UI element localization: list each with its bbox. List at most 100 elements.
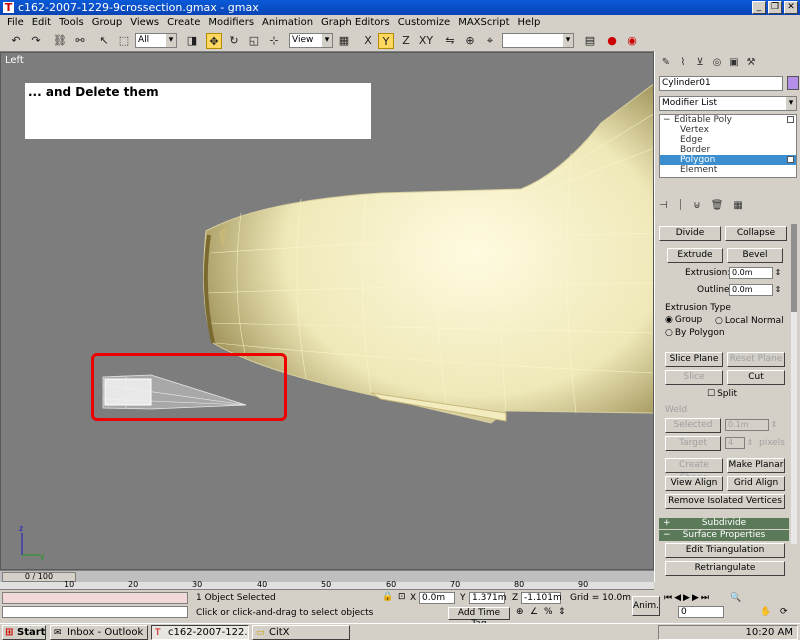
angle-snap-icon[interactable]: ∠ (530, 607, 538, 618)
pan-icon[interactable]: ✋ (760, 607, 771, 618)
axis-y-icon[interactable]: Y (378, 33, 394, 49)
unlink-icon[interactable]: ⚯ (72, 33, 88, 49)
animate-button[interactable]: Anim. (632, 596, 660, 616)
y-coordinate-field[interactable]: 1.371m (469, 592, 507, 604)
link-icon[interactable]: ⛓ (52, 33, 68, 49)
render-icon[interactable]: ● (604, 33, 620, 49)
z-coordinate-field[interactable]: -1.101m (521, 592, 562, 604)
mirror-icon[interactable]: ⇋ (442, 33, 458, 49)
material-editor-icon[interactable]: ▤ (582, 33, 598, 49)
spinner-snap-icon[interactable]: ⇕ (558, 607, 566, 618)
subdivide-rollout[interactable]: + Subdivide (659, 518, 789, 529)
scale-icon[interactable]: ◱ (246, 33, 262, 49)
object-color-swatch[interactable] (787, 76, 799, 90)
modify-tab-icon[interactable]: ⌇ (676, 56, 690, 70)
motion-tab-icon[interactable]: ◎ (710, 56, 724, 70)
zoom-icon[interactable]: 🔍 (730, 593, 741, 604)
divide-button[interactable]: Divide (659, 226, 721, 241)
weld-threshold-spinner[interactable]: 0.1m (725, 419, 779, 431)
outline-spinner[interactable]: 0.0m (729, 284, 783, 296)
menu-customize[interactable]: Customize (394, 15, 455, 30)
utilities-tab-icon[interactable]: ⚒ (744, 56, 758, 70)
menu-views[interactable]: Views (126, 15, 163, 30)
pin-stack-icon[interactable]: ⊣ (659, 200, 668, 211)
menu-maxscript[interactable]: MAXScript (454, 15, 513, 30)
cut-button[interactable]: Cut (727, 370, 785, 385)
stack-item-edge[interactable]: Edge (660, 135, 796, 145)
split-checkbox[interactable]: Split (707, 388, 737, 400)
select-by-name-icon[interactable]: ◨ (184, 33, 200, 49)
view-align-button[interactable]: View Align (665, 476, 723, 491)
command-panel-scrollbar[interactable] (791, 224, 797, 544)
named-selection-select[interactable] (502, 33, 574, 48)
menu-tools[interactable]: Tools (55, 15, 88, 30)
selection-filter-select[interactable]: All (135, 33, 177, 48)
percent-snap-icon[interactable]: % (544, 607, 553, 618)
current-frame-field[interactable]: 0 (678, 606, 724, 618)
rotate-icon[interactable]: ↻ (226, 33, 242, 49)
hierarchy-tab-icon[interactable]: ⊻ (693, 56, 707, 70)
axis-x-icon[interactable]: X (360, 33, 376, 49)
undo-icon[interactable]: ↶ (8, 33, 24, 49)
task-citx[interactable]: ▭ CitX (252, 625, 350, 640)
target-weld-button[interactable]: Target (665, 436, 721, 451)
reset-plane-button[interactable]: Reset Plane (727, 352, 785, 367)
snap-toggle-icon[interactable]: ⊕ (516, 607, 524, 618)
local-normal-radio[interactable]: Local Normal (715, 315, 784, 327)
select-object-icon[interactable]: ↖ (96, 33, 112, 49)
stack-toggle-box[interactable] (787, 156, 794, 163)
quick-render-icon[interactable]: ◉ (624, 33, 640, 49)
reference-coordinate-select[interactable]: View (289, 33, 333, 48)
menu-create[interactable]: Create (163, 15, 204, 30)
stack-item-vertex[interactable]: Vertex (660, 125, 796, 135)
redo-icon[interactable]: ↷ (28, 33, 44, 49)
arc-rotate-icon[interactable]: ⟳ (780, 607, 788, 618)
remove-modifier-icon[interactable]: 🗑 (711, 200, 724, 211)
configure-sets-icon[interactable]: ▦ (733, 200, 742, 211)
region-select-icon[interactable]: ⬚ (116, 33, 132, 49)
menu-modifiers[interactable]: Modifiers (204, 15, 258, 30)
make-unique-icon[interactable]: ⊎ (693, 200, 700, 211)
scrollbar-thumb[interactable] (791, 224, 797, 312)
minimize-button[interactable]: _ (752, 1, 766, 14)
bevel-button[interactable]: Bevel (727, 248, 783, 263)
object-name-field[interactable]: Cylinder01 (659, 76, 783, 91)
create-tab-icon[interactable]: ✎ (659, 56, 673, 70)
menu-help[interactable]: Help (514, 15, 545, 30)
make-planar-button[interactable]: Make Planar (727, 458, 785, 473)
menu-group[interactable]: Group (88, 15, 126, 30)
retriangulate-button[interactable]: Retriangulate (665, 561, 785, 576)
maxscript-mini-listener[interactable] (2, 606, 188, 618)
close-button[interactable]: ✕ (784, 1, 798, 14)
start-button[interactable]: Start (2, 625, 46, 640)
show-end-result-icon[interactable]: ⏐ (678, 200, 684, 211)
extrusion-spinner[interactable]: 0.0m (729, 267, 783, 279)
stack-item-editable-poly[interactable]: Editable Poly (660, 115, 796, 125)
grid-align-button[interactable]: Grid Align (727, 476, 785, 491)
menu-file[interactable]: File (3, 15, 28, 30)
extrude-button[interactable]: Extrude (667, 248, 723, 263)
slice-button[interactable]: Slice (665, 370, 723, 385)
task-outlook[interactable]: ✉ Inbox - Outlook E... (50, 625, 148, 640)
menu-graph-editors[interactable]: Graph Editors (317, 15, 394, 30)
pivot-center-icon[interactable]: ▦ (336, 33, 352, 49)
group-radio[interactable]: Group (665, 314, 702, 326)
collapse-button[interactable]: Collapse (725, 226, 787, 241)
add-time-tag-button[interactable]: Add Time Tag (448, 607, 510, 629)
x-coordinate-field[interactable]: 0.0m (419, 592, 455, 604)
remove-isolated-vertices-button[interactable]: Remove Isolated Vertices (665, 494, 785, 509)
task-gmax[interactable]: Tc162-2007-122... (151, 625, 249, 640)
lock-selection-icon[interactable]: 🔒 (382, 592, 393, 603)
maxscript-listener[interactable] (2, 592, 188, 604)
absolute-mode-icon[interactable]: ⊡ (398, 592, 406, 603)
track-bar[interactable]: 10 20 30 40 50 60 70 80 90 (0, 580, 654, 590)
axis-xy-icon[interactable]: XY (418, 33, 434, 49)
align-icon[interactable]: ⊕ (462, 33, 478, 49)
stack-item-border[interactable]: Border (660, 145, 796, 155)
stack-item-element[interactable]: Element (660, 165, 796, 175)
stack-toggle-box[interactable] (787, 116, 794, 123)
surface-properties-rollout[interactable]: − Surface Properties (659, 530, 789, 541)
create-shape-button[interactable]: Create Shape (665, 458, 723, 483)
stack-item-polygon[interactable]: Polygon (660, 155, 796, 165)
display-tab-icon[interactable]: ▣ (727, 56, 741, 70)
